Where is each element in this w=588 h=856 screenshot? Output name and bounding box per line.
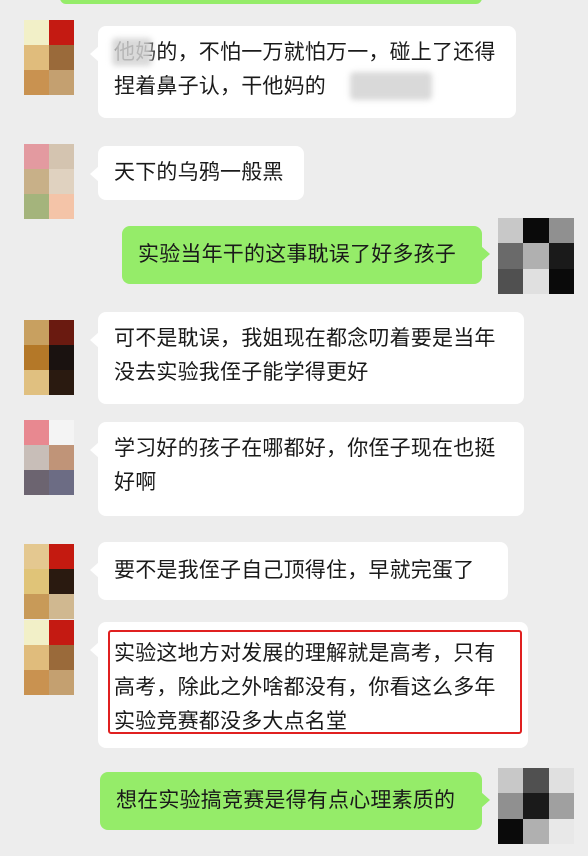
avatar-tile xyxy=(498,243,524,269)
avatar-tile xyxy=(523,243,549,269)
avatar[interactable] xyxy=(498,768,574,844)
avatar-tile xyxy=(24,70,49,95)
avatar-tile xyxy=(24,370,49,395)
message-text: 可不是耽误，我姐现在都念叨着要是当年 xyxy=(114,326,496,350)
avatar[interactable] xyxy=(498,218,574,294)
avatar-tile xyxy=(49,70,74,95)
avatar-tile xyxy=(49,320,74,345)
blurred-text xyxy=(112,38,152,66)
avatar-tile xyxy=(523,268,549,294)
avatar-tile xyxy=(24,670,49,695)
avatar-tile xyxy=(49,194,74,219)
avatar-tile xyxy=(548,818,574,844)
message-bubble[interactable]: 想在实验搞竞赛是得有点心理素质的 xyxy=(100,772,490,830)
avatar-tile xyxy=(24,645,49,670)
avatar-tile xyxy=(523,768,549,794)
avatar-tile xyxy=(49,345,74,370)
message-bubble[interactable]: 学习好的孩子在哪都好，你侄子现在也挺 好啊 xyxy=(90,422,524,516)
highlight-box xyxy=(108,630,522,734)
avatar-tile xyxy=(49,620,74,645)
avatar-tile xyxy=(24,194,49,219)
avatar-tile xyxy=(24,20,49,45)
message-text: 天下的乌鸦一般黑 xyxy=(114,160,284,184)
avatar-tile xyxy=(24,45,49,70)
avatar-tile xyxy=(49,20,74,45)
avatar-tile xyxy=(523,793,549,819)
message-text: 捏着鼻子认，干他妈的 xyxy=(114,74,326,98)
message-text: 没去实验我侄子能学得更好 xyxy=(114,360,369,384)
avatar-tile xyxy=(498,268,524,294)
avatar-tile xyxy=(49,544,74,569)
avatar-tile xyxy=(498,793,524,819)
message-text: 实验当年干的这事耽误了好多孩子 xyxy=(138,242,456,266)
avatar-tile xyxy=(49,569,74,594)
avatar[interactable] xyxy=(24,420,74,495)
avatar-tile xyxy=(49,470,74,495)
chat-history: 他妈的，不怕一万就怕万一，碰上了还得 捏着鼻子认，干他妈的 天下的乌鸦一般黑 实… xyxy=(0,0,588,856)
message-bubble[interactable]: 天下的乌鸦一般黑 xyxy=(90,146,304,200)
avatar-tile xyxy=(548,768,574,794)
message-text: 要不是我侄子自己顶得住，早就完蛋了 xyxy=(114,558,475,582)
avatar[interactable] xyxy=(24,144,74,219)
avatar[interactable] xyxy=(24,20,74,95)
avatar-tile xyxy=(498,768,524,794)
message-text: 他妈的，不怕一万就怕万一，碰上了还得 xyxy=(114,40,496,64)
message-text: 想在实验搞竞赛是得有点心理素质的 xyxy=(116,788,456,812)
avatar-tile xyxy=(548,268,574,294)
avatar-tile xyxy=(24,544,49,569)
avatar-tile xyxy=(24,445,49,470)
avatar-tile xyxy=(24,594,49,619)
avatar-tile xyxy=(49,45,74,70)
message-bubble[interactable]: 要不是我侄子自己顶得住，早就完蛋了 xyxy=(90,542,508,600)
avatar-tile xyxy=(49,144,74,169)
avatar-tile xyxy=(523,818,549,844)
avatar-tile xyxy=(24,144,49,169)
avatar-tile xyxy=(49,594,74,619)
message-text: 好啊 xyxy=(114,470,157,494)
avatar-tile xyxy=(24,420,49,445)
avatar-tile xyxy=(49,169,74,194)
avatar-tile xyxy=(24,345,49,370)
avatar-tile xyxy=(49,645,74,670)
blurred-text xyxy=(350,72,432,100)
avatar-tile xyxy=(24,569,49,594)
avatar-tile xyxy=(24,320,49,345)
avatar-tile xyxy=(548,243,574,269)
message-bubble[interactable]: 可不是耽误，我姐现在都念叨着要是当年 没去实验我侄子能学得更好 xyxy=(90,312,524,404)
avatar-tile xyxy=(548,218,574,244)
message-text: 学习好的孩子在哪都好，你侄子现在也挺 xyxy=(114,436,496,460)
avatar-tile xyxy=(548,793,574,819)
avatar[interactable] xyxy=(24,320,74,395)
avatar-tile xyxy=(24,620,49,645)
avatar-tile xyxy=(523,218,549,244)
avatar-tile xyxy=(24,470,49,495)
avatar-tile xyxy=(498,218,524,244)
message-bubble[interactable]: 实验当年干的这事耽误了好多孩子 xyxy=(122,226,490,284)
avatar[interactable] xyxy=(24,544,74,619)
avatar[interactable] xyxy=(24,620,74,695)
avatar-tile xyxy=(49,420,74,445)
avatar-tile xyxy=(498,818,524,844)
previous-message-bubble[interactable] xyxy=(60,0,482,4)
avatar-tile xyxy=(49,445,74,470)
avatar-tile xyxy=(49,370,74,395)
avatar-tile xyxy=(49,670,74,695)
avatar-tile xyxy=(24,169,49,194)
message-bubble[interactable]: 他妈的，不怕一万就怕万一，碰上了还得 捏着鼻子认，干他妈的 xyxy=(90,26,516,118)
